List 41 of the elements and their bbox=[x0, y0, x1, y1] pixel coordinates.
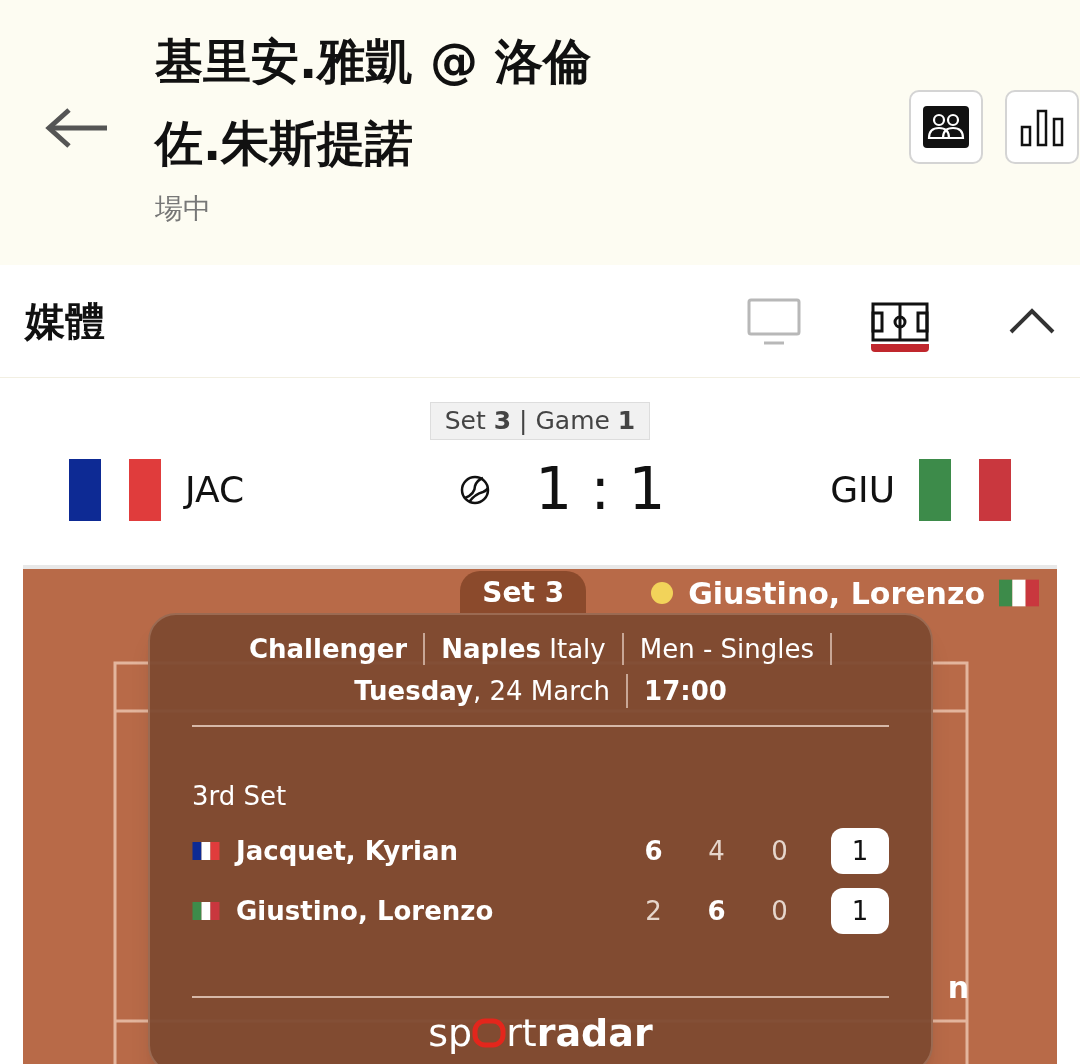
server-name: Giustino, Lorenzo bbox=[688, 574, 985, 613]
set-score: 2 bbox=[644, 894, 663, 928]
flag-icon bbox=[69, 458, 161, 521]
bar-chart-icon bbox=[1020, 107, 1064, 147]
player-name: Jacquet, Kyrian bbox=[236, 834, 458, 868]
flag-icon bbox=[919, 458, 1011, 521]
match-info-text: Men - Singles bbox=[639, 633, 815, 666]
stats-button[interactable] bbox=[1005, 90, 1079, 164]
team-code: JAC bbox=[185, 467, 245, 512]
tennis-ball-icon bbox=[650, 581, 675, 605]
tennis-ball-icon bbox=[459, 473, 492, 506]
sportradar-logo: sp rtradar bbox=[428, 1010, 653, 1057]
flag-icon bbox=[999, 579, 1039, 607]
player-name: Giustino, Lorenzo bbox=[236, 894, 494, 928]
match-score: 1 : 1 bbox=[535, 454, 666, 525]
sets-won-badge: 1 bbox=[831, 888, 889, 934]
chevron-up-icon[interactable] bbox=[1009, 308, 1055, 334]
set-score: 0 bbox=[770, 894, 789, 928]
court-text: n bbox=[947, 969, 969, 1007]
match-status: 場中 bbox=[155, 191, 212, 227]
tv-icon bbox=[747, 298, 801, 346]
set-pill: Set 3 bbox=[460, 571, 587, 615]
lineup-button[interactable] bbox=[909, 90, 983, 164]
flag-icon bbox=[192, 842, 220, 860]
match-info-text: 17:00 bbox=[644, 675, 727, 708]
flag-icon bbox=[192, 902, 220, 920]
media-heading: 媒體 bbox=[25, 297, 105, 346]
set-score: 6 bbox=[643, 834, 664, 868]
match-info-text: Challenger bbox=[248, 633, 408, 666]
match-title: 基里安.雅凱 @ 洛倫佐.朱斯提諾 bbox=[155, 32, 592, 173]
match-info-text: Tuesday, 24 March bbox=[354, 675, 611, 708]
set-score: 6 bbox=[706, 894, 727, 928]
set-game-label: Set 3 | Game 1 bbox=[429, 402, 651, 440]
set-title: 3rd Set bbox=[192, 780, 288, 813]
team-code: GIU bbox=[830, 467, 895, 512]
people-icon bbox=[923, 106, 969, 148]
set-score: 0 bbox=[770, 834, 789, 868]
sets-won-badge: 1 bbox=[831, 828, 889, 874]
match-info-text: Naples Italy bbox=[441, 633, 606, 666]
court-icon bbox=[871, 302, 929, 342]
set-score: 4 bbox=[707, 834, 726, 868]
